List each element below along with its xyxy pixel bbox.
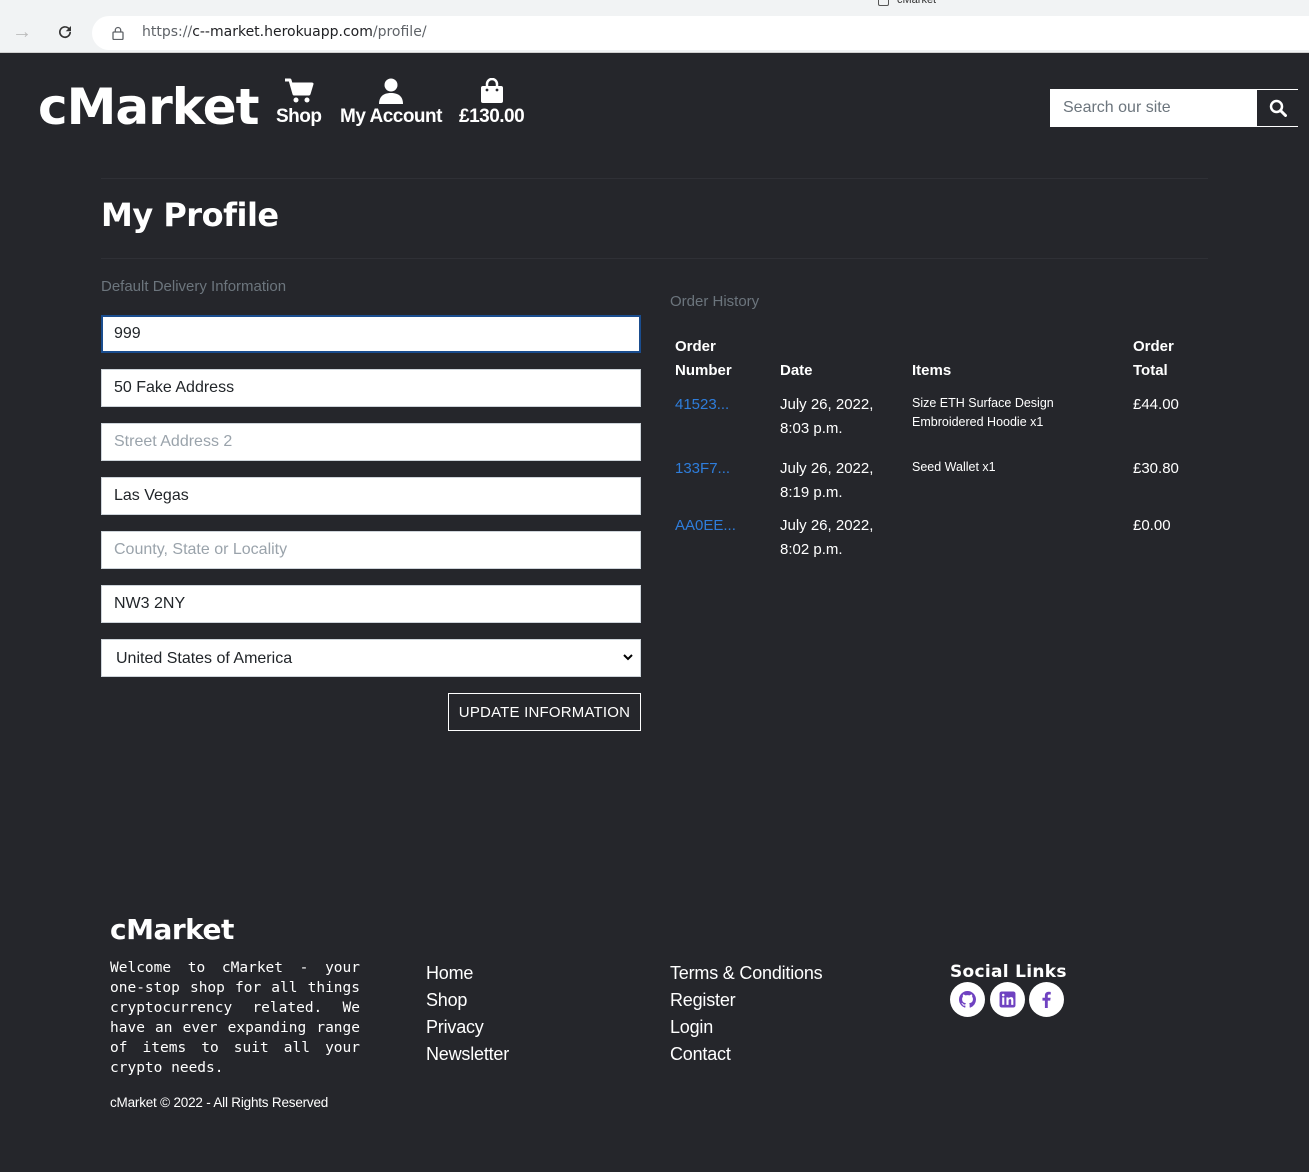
search-button[interactable] — [1257, 90, 1298, 126]
facebook-link[interactable] — [1029, 982, 1064, 1017]
search-form — [1050, 89, 1298, 127]
postcode-field[interactable] — [101, 585, 641, 623]
forward-arrow-icon[interactable]: → — [10, 20, 34, 44]
town-field[interactable] — [101, 477, 641, 515]
nav-my-account[interactable]: My Account — [340, 78, 442, 128]
order-number-link[interactable]: AA0EE... — [675, 514, 736, 538]
col-header-order-total: Order Total — [1133, 338, 1174, 379]
reload-icon[interactable] — [53, 20, 77, 44]
search-input[interactable] — [1051, 90, 1257, 126]
order-date: July 26, 2022, 8:02 p.m. — [780, 517, 874, 558]
street-address2-field[interactable] — [101, 423, 641, 461]
facebook-icon — [1042, 991, 1051, 1008]
footer-link-contact[interactable]: Contact — [670, 1044, 731, 1065]
footer-copyright: cMarket © 2022 - All Rights Reserved — [110, 1095, 329, 1110]
search-icon — [1269, 99, 1287, 117]
browser-tab[interactable]: cMarket — [878, 0, 936, 6]
github-icon — [959, 991, 976, 1008]
footer-link-privacy[interactable]: Privacy — [426, 1017, 484, 1038]
shopping-bag-icon — [480, 78, 503, 103]
page-title: My Profile — [101, 196, 279, 234]
user-icon — [378, 78, 403, 104]
address-bar[interactable]: https://c--market.herokuapp.com/profile/ — [92, 16, 1309, 50]
footer-link-register[interactable]: Register — [670, 990, 736, 1011]
footer-description: Welcome to cMarket - your one-stop shop … — [110, 960, 360, 1076]
site-logo[interactable]: cMarket — [38, 78, 260, 136]
nav-cart-total[interactable]: £130.00 — [459, 78, 525, 128]
footer-link-shop[interactable]: Shop — [426, 990, 467, 1011]
divider — [101, 178, 1208, 179]
delivery-section-label: Default Delivery Information — [101, 278, 287, 295]
footer-logo: cMarket — [110, 913, 234, 946]
lock-icon — [112, 26, 124, 40]
order-number-link[interactable]: 133F7... — [675, 457, 730, 481]
order-number-link[interactable]: 41523... — [675, 393, 729, 417]
linkedin-link[interactable] — [990, 982, 1025, 1017]
order-total: £44.00 — [1133, 396, 1179, 413]
url-text: https://c--market.herokuapp.com/profile/ — [142, 24, 427, 40]
col-header-items: Items — [912, 362, 952, 379]
footer-link-newsletter[interactable]: Newsletter — [426, 1044, 509, 1065]
country-select[interactable]: United States of America — [101, 639, 641, 677]
order-date: July 26, 2022, 8:03 p.m. — [780, 396, 874, 437]
nav-shop[interactable]: Shop — [276, 78, 322, 128]
phone-number-field[interactable] — [101, 315, 641, 353]
order-total: £0.00 — [1133, 517, 1171, 534]
linkedin-icon — [999, 991, 1016, 1008]
street-address1-field[interactable] — [101, 369, 641, 407]
update-information-button[interactable]: UPDATE INFORMATION — [448, 693, 641, 731]
col-header-order-number: Order Number — [675, 338, 732, 379]
cart-icon — [284, 78, 314, 103]
order-items: Size ETH Surface Design Embroidered Hoodi… — [912, 396, 1054, 429]
col-header-date: Date — [780, 362, 813, 379]
footer-link-home[interactable]: Home — [426, 963, 473, 984]
order-date: July 26, 2022, 8:19 p.m. — [780, 460, 874, 501]
tab-favicon-icon — [878, 0, 889, 6]
footer-link-terms[interactable]: Terms & Conditions — [670, 963, 823, 984]
footer-link-login[interactable]: Login — [670, 1017, 713, 1038]
divider — [101, 258, 1208, 259]
order-total: £30.80 — [1133, 460, 1179, 477]
order-items: Seed Wallet x1 — [912, 460, 996, 474]
county-field[interactable] — [101, 531, 641, 569]
github-link[interactable] — [950, 982, 985, 1017]
browser-toolbar: cMarket → https://c--market.herokuapp.co… — [0, 0, 1309, 53]
social-links-title: Social Links — [950, 962, 1067, 982]
order-history-label: Order History — [670, 293, 760, 310]
